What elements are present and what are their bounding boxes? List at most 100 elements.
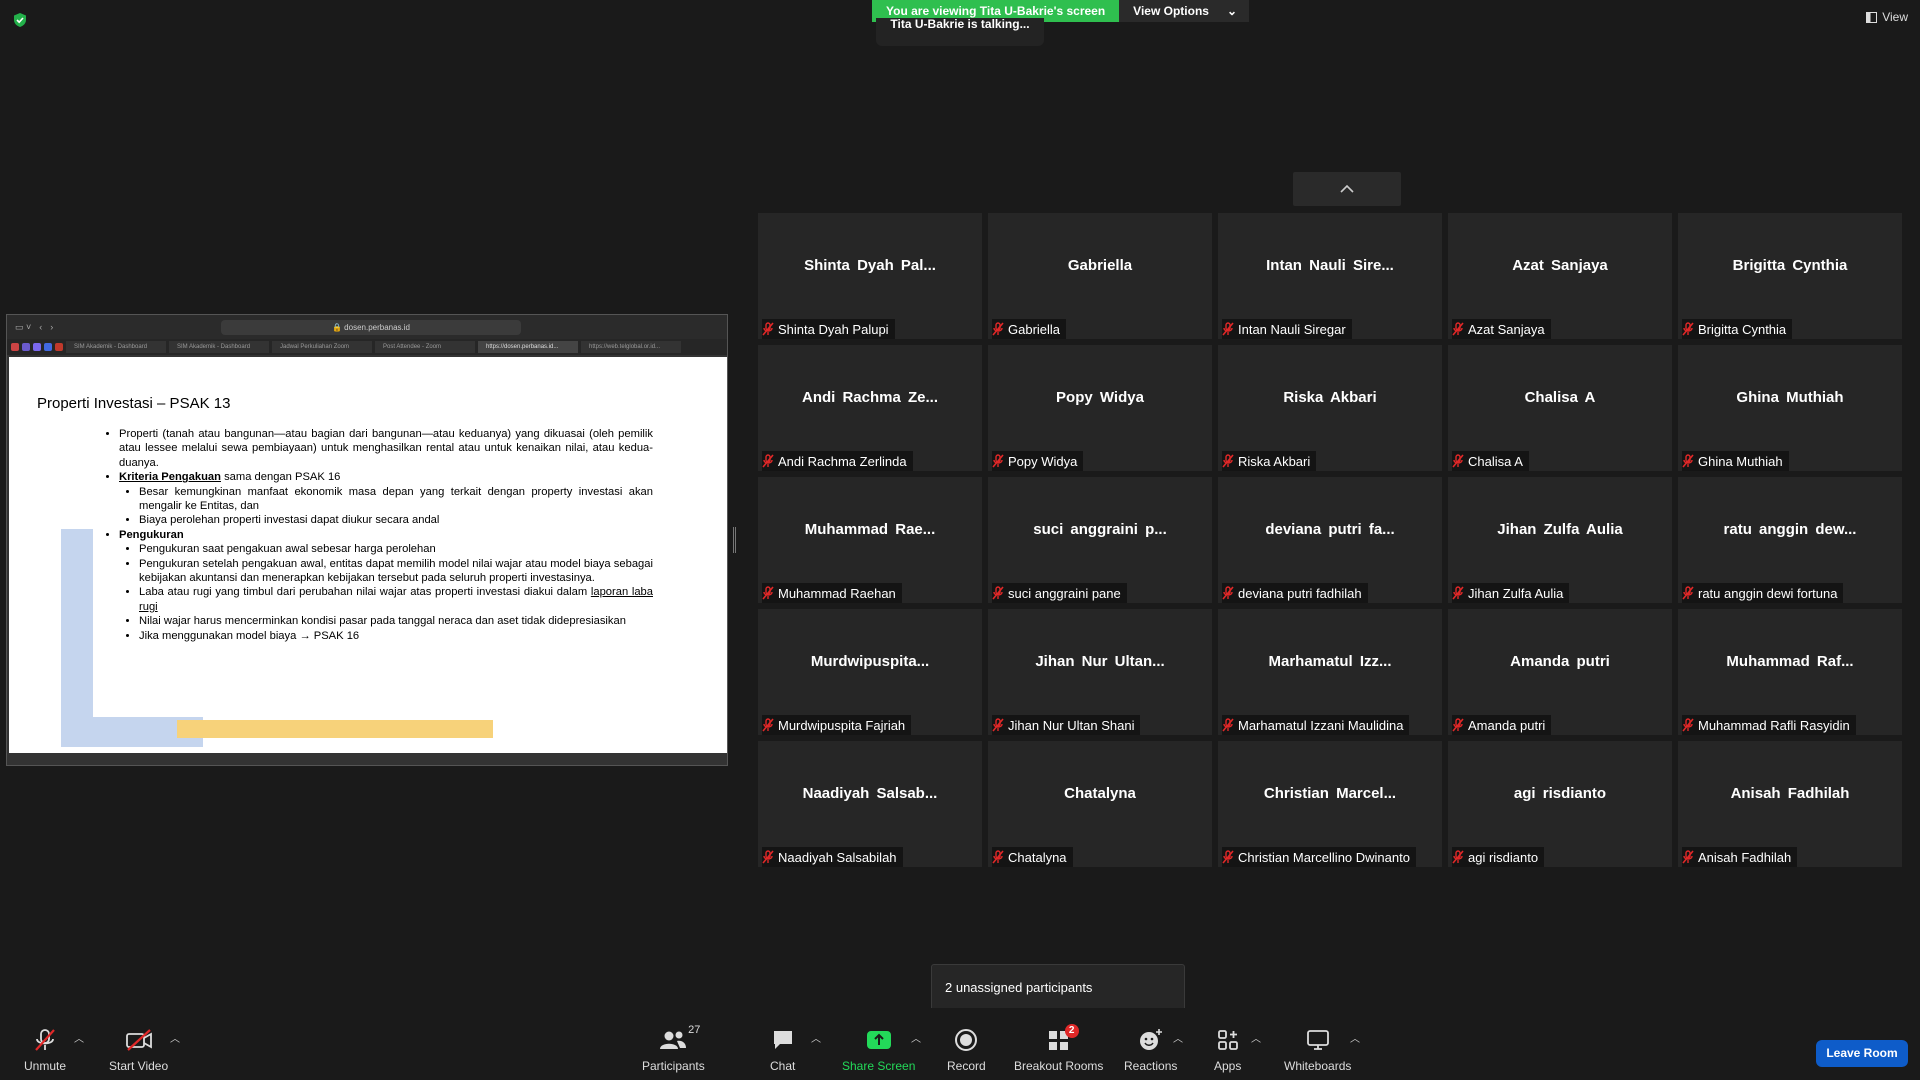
- participant-name-label: suci anggraini pane: [992, 583, 1127, 603]
- participant-tile[interactable]: Azat Sanjaya Azat Sanjaya: [1448, 213, 1672, 339]
- muted-microphone-icon: [992, 586, 1004, 600]
- participant-tile[interactable]: Muhammad Raf... Muhammad Rafli Rasyidin: [1678, 609, 1902, 735]
- chat-options-caret-icon[interactable]: ︿: [811, 1030, 821, 1045]
- participant-tile[interactable]: Marhamatul Izz... Marhamatul Izzani Mauli…: [1218, 609, 1442, 735]
- split-view-divider[interactable]: [733, 527, 736, 553]
- view-options-button[interactable]: View Options ⌄: [1119, 0, 1250, 22]
- view-grid-icon: [1866, 11, 1878, 23]
- url-bar: 🔒 dosen.perbanas.id: [221, 320, 521, 335]
- slide-bullet: Kriteria Pengakuan sama dengan PSAK 16 B…: [119, 470, 653, 528]
- participants-icon: [660, 1031, 687, 1049]
- reactions-options-caret-icon[interactable]: ︿: [1173, 1030, 1183, 1045]
- slide-sub-bullet: Pengukuran saat pengakuan awal sebesar h…: [139, 542, 653, 556]
- participant-name: deviana putri fadhilah: [1238, 585, 1362, 601]
- browser-tab: https://web.telglobal.or.id...: [581, 341, 681, 353]
- participant-display-name: Popy Widya: [1056, 389, 1144, 406]
- audio-options-caret-icon[interactable]: ︿: [74, 1030, 84, 1045]
- reactions-button[interactable]: Reactions: [1124, 1026, 1177, 1073]
- presentation-slide: Properti Investasi – PSAK 13 Properti (t…: [9, 357, 727, 753]
- whiteboards-button[interactable]: Whiteboards: [1284, 1026, 1351, 1073]
- participants-button[interactable]: 27 Participants: [642, 1024, 705, 1073]
- participant-tile[interactable]: Naadiyah Salsab... Naadiyah Salsabilah: [758, 741, 982, 867]
- participant-tile[interactable]: Popy Widya Popy Widya: [988, 345, 1212, 471]
- participant-tile[interactable]: Intan Nauli Sire... Intan Nauli Siregar: [1218, 213, 1442, 339]
- participant-name-label: Anisah Fadhilah: [1682, 847, 1798, 867]
- whiteboards-label: Whiteboards: [1284, 1059, 1352, 1073]
- participant-tile[interactable]: Jihan Nur Ultan... Jihan Nur Ultan Shani: [988, 609, 1212, 735]
- participant-tile[interactable]: Andi Rachma Ze... Andi Rachma Zerlinda: [758, 345, 982, 471]
- whiteboards-options-caret-icon[interactable]: ︿: [1350, 1030, 1360, 1045]
- muted-microphone-icon: [1222, 850, 1234, 864]
- chat-label: Chat: [770, 1059, 796, 1073]
- muted-microphone-icon: [1682, 586, 1694, 600]
- participant-tile[interactable]: ratu anggin dew... ratu anggin dewi fortu…: [1678, 477, 1902, 603]
- participant-tile[interactable]: Brigitta Cynthia Brigitta Cynthia: [1678, 213, 1902, 339]
- reactions-label: Reactions: [1124, 1059, 1178, 1073]
- unmute-button[interactable]: Unmute: [24, 1026, 66, 1073]
- participant-tile[interactable]: Chatalyna Chatalyna: [988, 741, 1212, 867]
- participant-tile[interactable]: Amanda putri Amanda putri: [1448, 609, 1672, 735]
- share-screen-button[interactable]: Share Screen: [842, 1026, 915, 1073]
- share-screen-label: Share Screen: [842, 1059, 916, 1073]
- muted-microphone-icon: [1682, 454, 1694, 468]
- participant-tile[interactable]: Muhammad Rae... Muhammad Raehan: [758, 477, 982, 603]
- view-button[interactable]: View: [1866, 10, 1908, 24]
- participant-tile[interactable]: agi risdianto agi risdianto: [1448, 741, 1672, 867]
- participant-tile[interactable]: Chalisa A Chalisa A: [1448, 345, 1672, 471]
- muted-microphone-icon: [762, 322, 774, 336]
- whiteboard-icon: [1306, 1030, 1329, 1050]
- participant-display-name: Gabriella: [1067, 257, 1133, 274]
- participant-name-label: Popy Widya: [992, 451, 1084, 471]
- view-label: View: [1882, 10, 1908, 24]
- unassigned-participants-popup[interactable]: 2 unassigned participants: [931, 964, 1185, 1011]
- chat-button[interactable]: Chat: [770, 1026, 795, 1073]
- participant-display-name: Azat Sanjaya: [1512, 257, 1608, 274]
- participant-name: Chatalyna: [1008, 849, 1067, 865]
- slide-sub-bullet: Besar kemungkinan manfaat ekonomik masa …: [139, 485, 653, 514]
- participant-tile[interactable]: Gabriella Gabriella: [988, 213, 1212, 339]
- participant-tile[interactable]: Jihan Zulfa Aulia Jihan Zulfa Aulia: [1448, 477, 1672, 603]
- leave-room-button[interactable]: Leave Room: [1816, 1040, 1908, 1067]
- reactions-icon: [1139, 1029, 1162, 1050]
- browser-tab: Post Attendee - Zoom: [375, 341, 475, 353]
- participant-tile[interactable]: Murdwipuspita... Murdwipuspita Fajriah: [758, 609, 982, 735]
- browser-tab: https://dosen.perbanas.id...: [478, 341, 578, 353]
- chevron-up-icon: [1340, 184, 1354, 193]
- participant-name: Anisah Fadhilah: [1698, 849, 1792, 865]
- breakout-rooms-button[interactable]: 2 Breakout Rooms: [1014, 1024, 1103, 1073]
- slide-sub-bullet-text: Laba atau rugi yang timbul dari perubaha…: [139, 586, 591, 599]
- record-button[interactable]: Record: [947, 1026, 986, 1073]
- participant-tile[interactable]: suci anggraini p... suci anggraini pane: [988, 477, 1212, 603]
- participant-gallery: Shinta Dyah Pal... Shinta Dyah Palupi Gabr…: [758, 213, 1902, 867]
- participant-tile[interactable]: Ghina Muthiah Ghina Muthiah: [1678, 345, 1902, 471]
- gallery-page-up-button[interactable]: [1293, 172, 1401, 206]
- participant-tile[interactable]: Riska Akbari Riska Akbari: [1218, 345, 1442, 471]
- participant-name: Muhammad Raehan: [778, 585, 896, 601]
- video-options-caret-icon[interactable]: ︿: [170, 1030, 180, 1045]
- participant-display-name: deviana putri fa...: [1265, 521, 1395, 538]
- participant-tile[interactable]: Christian Marcel... Christian Marcellino …: [1218, 741, 1442, 867]
- apps-options-caret-icon[interactable]: ︿: [1251, 1030, 1261, 1045]
- participant-display-name: Intan Nauli Sire...: [1266, 257, 1394, 274]
- share-options-caret-icon[interactable]: ︿: [911, 1030, 921, 1045]
- security-shield-icon[interactable]: [12, 12, 28, 28]
- apps-button[interactable]: Apps: [1214, 1026, 1241, 1073]
- participant-name-label: Riska Akbari: [1222, 451, 1317, 471]
- participant-name: Popy Widya: [1008, 453, 1078, 469]
- participant-tile[interactable]: Shinta Dyah Pal... Shinta Dyah Palupi: [758, 213, 982, 339]
- participant-tile[interactable]: Anisah Fadhilah Anisah Fadhilah: [1678, 741, 1902, 867]
- shared-screen[interactable]: ▭ ˅ ‹ › 🔒 dosen.perbanas.id SIM Akademik…: [6, 314, 728, 766]
- sidebar-icon: ▭ ˅: [15, 321, 32, 332]
- muted-microphone-icon: [1452, 718, 1464, 732]
- chevron-down-icon: ⌄: [1226, 4, 1238, 18]
- participant-name-label: Muhammad Rafli Rasyidin: [1682, 715, 1856, 735]
- slide-bullet: Pengukuran Pengukuran saat pengakuan awa…: [119, 528, 653, 643]
- start-video-button[interactable]: Start Video: [109, 1026, 168, 1073]
- muted-microphone-icon: [1682, 322, 1694, 336]
- muted-microphone-icon: [1682, 718, 1694, 732]
- slide-bullet-label: Kriteria Pengakuan: [119, 471, 221, 484]
- muted-microphone-icon: [1682, 850, 1694, 864]
- participant-tile[interactable]: deviana putri fa... deviana putri fadhila…: [1218, 477, 1442, 603]
- participant-display-name: Jihan Zulfa Aulia: [1497, 521, 1623, 538]
- participant-name: Naadiyah Salsabilah: [778, 849, 897, 865]
